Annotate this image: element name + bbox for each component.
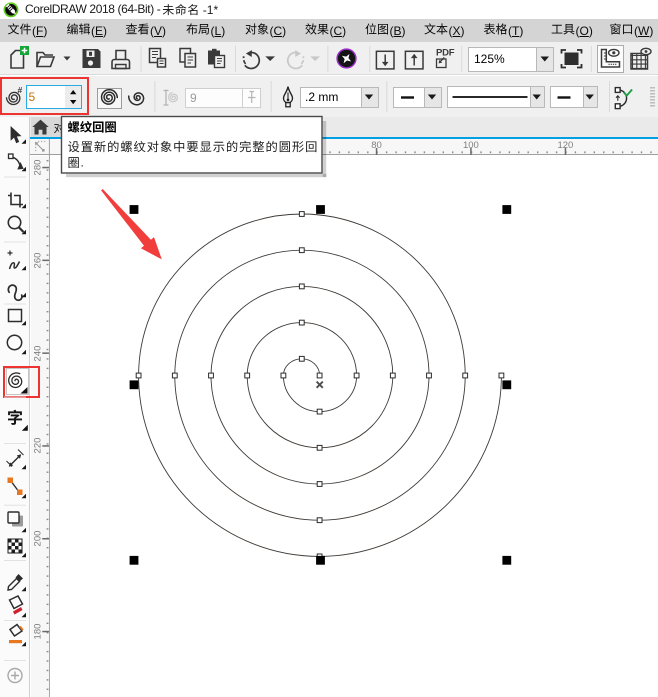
svg-text:PDF: PDF — [436, 48, 455, 59]
svg-text:#: # — [18, 85, 23, 95]
svg-text:-1*: -1* — [203, 3, 219, 17]
svg-text:.: . — [81, 156, 84, 170]
